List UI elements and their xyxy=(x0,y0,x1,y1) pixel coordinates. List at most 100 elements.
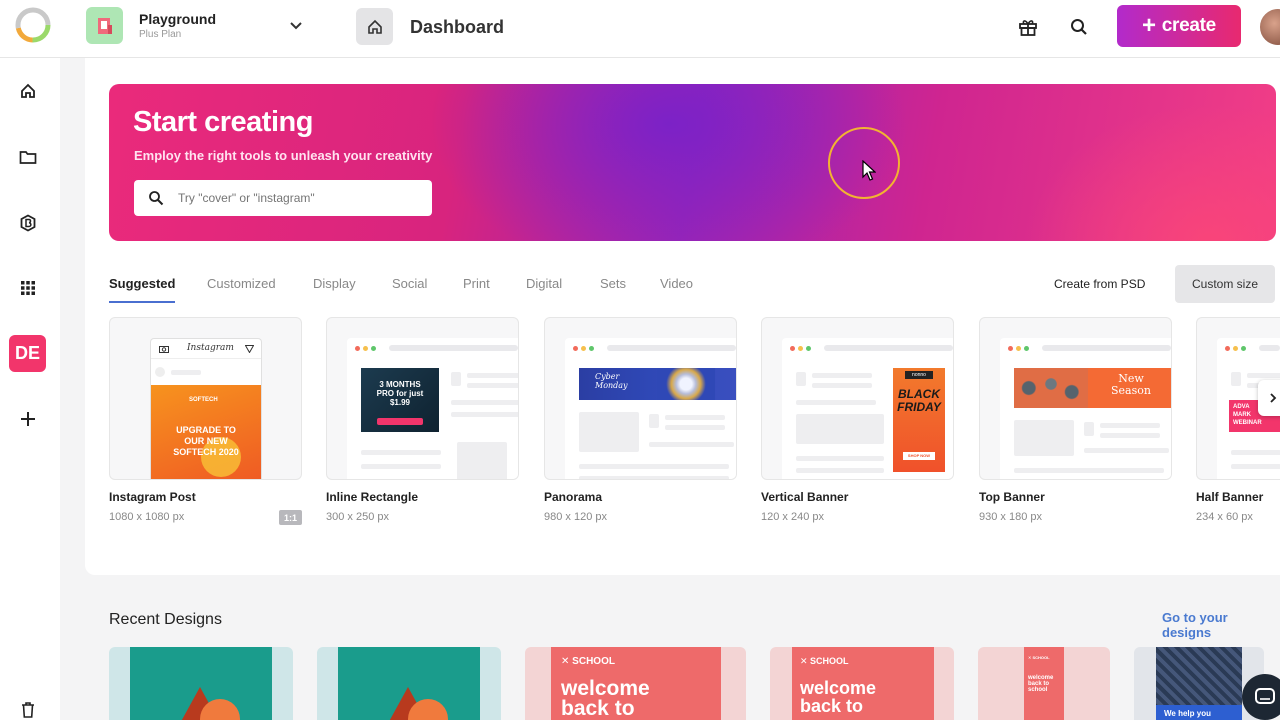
placeholder-line xyxy=(796,400,876,405)
trash-icon xyxy=(22,702,34,718)
template-dimensions: 234 x 60 px xyxy=(1196,511,1253,523)
sidebar-item-brand[interactable] xyxy=(16,211,40,235)
placeholder-line xyxy=(467,373,518,378)
placeholder-line xyxy=(361,464,441,469)
create-from-psd-button[interactable]: Create from PSD xyxy=(1054,277,1145,291)
tab-suggested[interactable]: Suggested xyxy=(109,276,175,291)
search-icon[interactable] xyxy=(1068,16,1090,38)
design-text: school xyxy=(1028,687,1048,693)
template-card-inline-rectangle[interactable]: 3 MONTHS PRO for just $1.99 xyxy=(326,317,519,480)
plus-icon xyxy=(21,412,35,426)
template-card-instagram-post[interactable]: Instagram SOFTECH UPGRADE TO OUR NEW SOF… xyxy=(109,317,302,480)
phone-mockup: Instagram SOFTECH UPGRADE TO OUR NEW SOF… xyxy=(150,338,262,479)
page-title: Dashboard xyxy=(410,17,505,37)
recent-design-card[interactable] xyxy=(317,647,501,720)
top-bar: Playground Plus Plan Dashboard + create xyxy=(0,0,1280,58)
browser-mockup: nonno BLACK FRIDAY SHOP NOW xyxy=(782,338,953,479)
gift-icon[interactable] xyxy=(1017,16,1039,38)
placeholder-line xyxy=(649,414,659,428)
recent-design-card[interactable] xyxy=(109,647,293,720)
ad-preview: New Season xyxy=(1014,368,1171,408)
placeholder-line xyxy=(812,373,872,378)
template-name: Panorama xyxy=(544,490,603,504)
tab-video[interactable]: Video xyxy=(660,276,693,291)
sidebar-item-workspace-badge[interactable]: DE xyxy=(9,335,46,372)
placeholder-line xyxy=(579,464,729,469)
search-input[interactable] xyxy=(178,191,418,205)
avatar[interactable] xyxy=(1258,7,1280,47)
recent-design-card[interactable]: ✕ SCHOOL welcome back to school xyxy=(978,647,1110,720)
tab-customized[interactable]: Customized xyxy=(207,276,276,291)
placeholder-block xyxy=(457,442,507,479)
chat-support-button[interactable] xyxy=(1242,674,1280,720)
workspace-name[interactable]: Playground xyxy=(139,11,216,27)
placeholder-line xyxy=(1014,468,1164,473)
promo-line: UPGRADE TO xyxy=(176,425,236,435)
tab-digital[interactable]: Digital xyxy=(526,276,562,291)
design-text: back to xyxy=(561,697,635,720)
recent-design-card[interactable]: ✕ SCHOOL welcome back to xyxy=(525,647,746,720)
sidebar-item-trash[interactable] xyxy=(16,698,40,720)
recent-design-card[interactable]: ✕ SCHOOL welcome back to xyxy=(770,647,954,720)
custom-size-button[interactable]: Custom size xyxy=(1175,265,1275,303)
sidebar-item-add[interactable] xyxy=(16,407,40,431)
placeholder-line xyxy=(451,372,461,386)
search-icon xyxy=(149,191,164,206)
promo-line: FRIDAY xyxy=(897,400,941,414)
placeholder-line xyxy=(579,476,729,479)
tab-sets[interactable]: Sets xyxy=(600,276,626,291)
chevron-down-icon[interactable] xyxy=(286,16,306,36)
tab-display[interactable]: Display xyxy=(313,276,356,291)
carousel-next-button[interactable] xyxy=(1258,380,1280,416)
placeholder-line xyxy=(796,456,884,461)
placeholder-line xyxy=(1231,450,1280,455)
home-icon xyxy=(367,19,382,34)
apps-grid-icon xyxy=(21,281,35,295)
design-brand: ✕ SCHOOL xyxy=(800,656,849,666)
template-search[interactable] xyxy=(134,180,432,216)
cta-text: SHOP NOW xyxy=(903,452,935,460)
promo-line: MARK xyxy=(1233,412,1251,418)
placeholder-block xyxy=(796,414,884,444)
plus-icon: + xyxy=(1142,12,1156,39)
app-logo-icon[interactable] xyxy=(14,6,52,44)
template-name: Instagram Post xyxy=(109,490,196,504)
sidebar-item-folders[interactable] xyxy=(16,145,40,169)
camera-icon xyxy=(159,346,169,353)
template-card-top-banner[interactable]: New Season xyxy=(979,317,1172,480)
brand-text: nonno xyxy=(905,371,933,379)
home-button[interactable] xyxy=(356,8,393,45)
hero-subtitle: Employ the right tools to unleash your c… xyxy=(134,148,433,163)
sidebar-item-apps[interactable] xyxy=(16,276,40,300)
promo-line: WEBINAR xyxy=(1233,420,1262,426)
template-card-panorama[interactable]: Cyber Monday xyxy=(544,317,737,480)
home-icon xyxy=(21,83,35,98)
design-text: back to xyxy=(800,696,864,716)
placeholder-line xyxy=(1247,373,1280,378)
promo-line: Monday xyxy=(595,381,628,390)
workspace-thumbnail[interactable] xyxy=(86,7,123,44)
tab-social[interactable]: Social xyxy=(392,276,427,291)
placeholder-line xyxy=(796,372,806,386)
template-name: Top Banner xyxy=(979,490,1045,504)
template-name: Vertical Banner xyxy=(761,490,849,504)
brand-text: SOFTECH xyxy=(189,397,218,403)
sidebar-item-home[interactable] xyxy=(16,79,40,103)
hero-title: Start creating xyxy=(133,106,313,138)
placeholder-line xyxy=(1084,422,1094,436)
instagram-wordmark: Instagram xyxy=(187,343,234,353)
template-card-vertical-banner[interactable]: nonno BLACK FRIDAY SHOP NOW xyxy=(761,317,954,480)
tab-print[interactable]: Print xyxy=(463,276,490,291)
design-text: welcome xyxy=(561,677,650,700)
ad-preview: Cyber Monday xyxy=(579,368,736,400)
recent-designs-title: Recent Designs xyxy=(109,611,222,628)
placeholder-line xyxy=(467,383,518,388)
go-to-designs-link[interactable]: Go to your designs xyxy=(1162,610,1280,640)
placeholder-line xyxy=(1084,448,1169,453)
promo-line: SOFTECH 2020 xyxy=(173,447,239,457)
design-brand: ✕ SCHOOL xyxy=(1028,655,1050,660)
placeholder-line xyxy=(1100,423,1160,428)
create-button[interactable]: + create xyxy=(1117,5,1241,47)
template-dimensions: 1080 x 1080 px xyxy=(109,511,185,523)
browser-mockup: 3 MONTHS PRO for just $1.99 xyxy=(347,338,518,479)
